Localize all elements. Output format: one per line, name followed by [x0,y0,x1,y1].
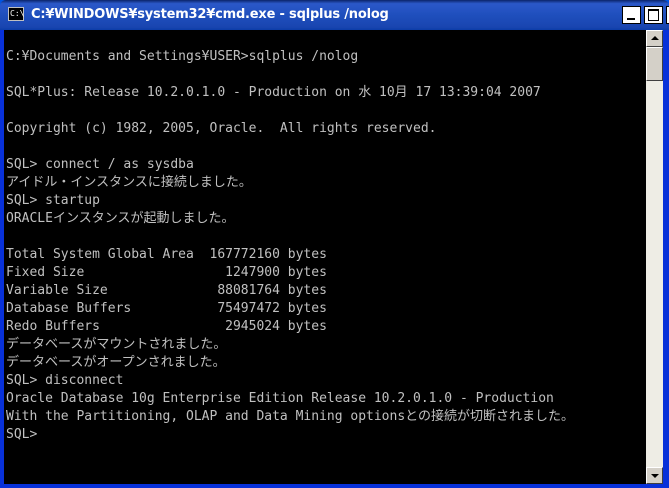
scrollbar-thumb[interactable] [646,47,663,81]
console-line: Oracle Database 10g Enterprise Edition R… [6,391,554,406]
console-line: SQL> [6,427,38,442]
console-line: ORACLEインスタンスが起動しました。 [6,211,235,226]
console-line: データベースがマウントされました。 [6,337,227,352]
console-line: アイドル・インスタンスに接続しました。 [6,175,252,190]
scroll-up-arrow-icon[interactable] [646,30,663,47]
console-line: Copyright (c) 1982, 2005, Oracle. All ri… [6,121,437,136]
console-line: C:¥Documents and Settings¥USER>sqlplus /… [6,49,359,64]
console-line: Total System Global Area 167772160 bytes [6,247,327,262]
console-line: SQL> disconnect [6,373,124,388]
console-line: SQL> connect / as sysdba [6,157,194,172]
window-frame-right [663,30,669,488]
console-line: SQL*Plus: Release 10.2.0.1.0 - Productio… [6,85,541,100]
cmd-window: C:\ C:¥WINDOWS¥system32¥cmd.exe - sqlplu… [0,0,669,488]
cmd-icon[interactable]: C:\ [8,7,24,21]
console-line: SQL> startup [6,193,100,208]
console-line: Redo Buffers 2945024 bytes [6,319,327,334]
window-title: C:¥WINDOWS¥system32¥cmd.exe - sqlplus /n… [31,7,389,22]
maximize-button[interactable] [644,6,663,24]
minimize-button[interactable] [622,6,641,24]
title-bar[interactable]: C:\ C:¥WINDOWS¥system32¥cmd.exe - sqlplu… [0,0,669,30]
console-line: Variable Size 88081764 bytes [6,283,327,298]
vertical-scrollbar[interactable] [646,30,663,484]
console-line: With the Partitioning, OLAP and Data Min… [6,409,575,424]
console-line: データベースがオープンされました。 [6,355,226,370]
console-output[interactable]: C:¥Documents and Settings¥USER>sqlplus /… [4,30,646,484]
window-frame-bottom [0,484,669,488]
console-line: Fixed Size 1247900 bytes [6,265,327,280]
scroll-down-arrow-icon[interactable] [646,467,663,484]
console-line: Database Buffers 75497472 bytes [6,301,327,316]
